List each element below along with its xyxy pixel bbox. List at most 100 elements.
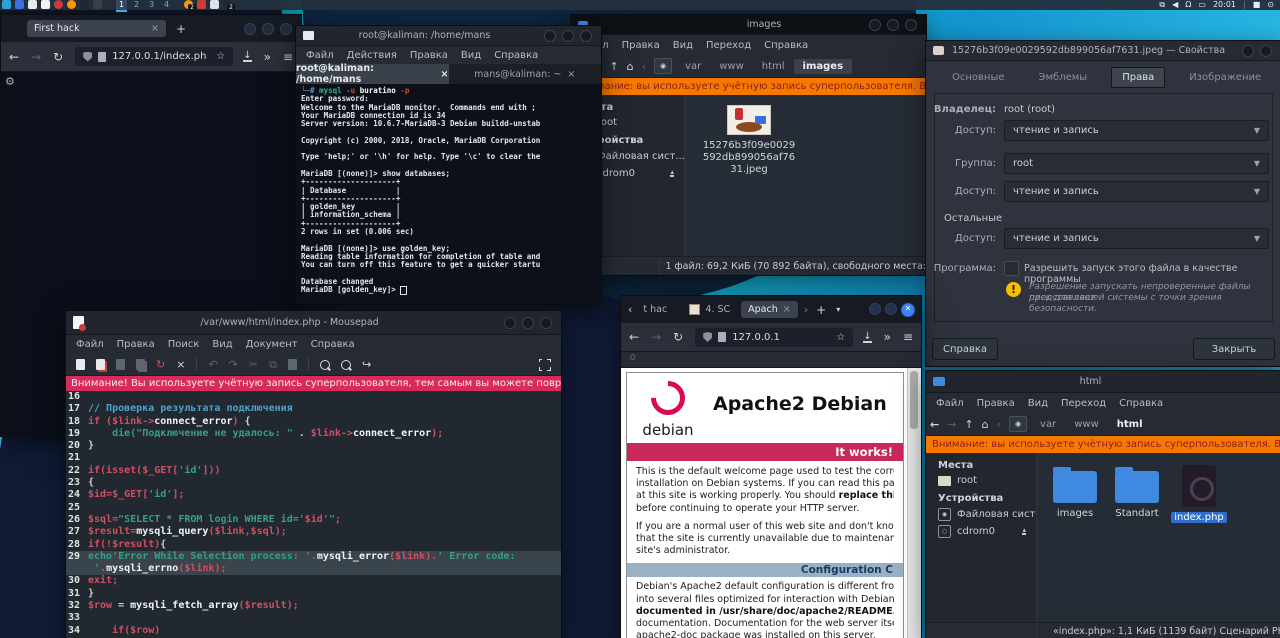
fmi-image-thumbnail[interactable] [727, 105, 771, 135]
fmh-sidebar-filesystem[interactable]: ◉Файловая сист... [938, 508, 1036, 521]
ff2-bookmark-icon[interactable]: ✩ [629, 353, 637, 363]
fmh-home-icon[interactable]: ⌂ [982, 418, 989, 431]
fmi-crumb-images[interactable]: images [794, 59, 853, 74]
ff1-forward-icon[interactable]: → [31, 50, 41, 64]
fmh-menu-help[interactable]: Справка [1119, 398, 1163, 409]
ff2-bookmark-star-icon[interactable]: ☆ [836, 332, 845, 343]
mousepad-task-icon[interactable] [197, 0, 206, 9]
mp-undo-icon[interactable]: ↶ [208, 358, 217, 371]
fmi-crumb-scroll-icon[interactable]: ‹ [642, 60, 646, 73]
ff2-url-bar[interactable]: 127.0.0.1 ☆ [695, 328, 853, 347]
terminal-menu-file[interactable]: Файл [306, 50, 334, 61]
props-tab-general[interactable]: Основные [942, 68, 1015, 87]
mp-menu-edit[interactable]: Правка [117, 339, 155, 350]
fmi-menu-go[interactable]: Переход [706, 40, 751, 51]
props-access2-dropdown[interactable]: чтение и запись▼ [1004, 181, 1269, 202]
fmh-menu-edit[interactable]: Правка [977, 398, 1015, 409]
fmh-crumb-html[interactable]: html [1108, 417, 1152, 432]
ff1-tab-close-icon[interactable]: × [151, 23, 159, 34]
terminal-tab-root[interactable]: root@kaliman: /home/mans× [296, 64, 449, 84]
mp-copy-icon[interactable]: ⧉ [269, 358, 277, 372]
workspace-1[interactable]: 1 [116, 0, 127, 12]
volume-icon[interactable]: ◀ [1172, 0, 1178, 10]
ff1-minimize-button[interactable] [244, 23, 256, 35]
ff2-tab-scroll-right-icon[interactable]: › [804, 303, 808, 316]
fmi-file-item[interactable]: 15276b3f09e0029 592db899056af76 31.jpeg [699, 105, 799, 176]
workspace-4[interactable]: 4 [161, 0, 172, 10]
mousepad-launcher-icon[interactable] [54, 0, 63, 9]
terminal-tab-close-icon[interactable]: × [441, 69, 449, 80]
mp-close-file-icon[interactable]: × [176, 358, 185, 371]
props-tab-image[interactable]: Изображение [1179, 68, 1271, 87]
ff2-back-icon[interactable]: ← [629, 330, 639, 344]
props-executable-checkbox[interactable] [1004, 261, 1019, 276]
eject-icon[interactable]: ▴ [1022, 528, 1026, 535]
fmh-crumb-www[interactable]: www [1065, 417, 1108, 432]
ff2-scrollbar[interactable] [907, 368, 921, 638]
ff2-downloads-icon[interactable]: ↓ [863, 332, 871, 343]
page-info-icon[interactable] [98, 52, 106, 62]
terminal-menu-help[interactable]: Справка [494, 50, 538, 61]
props-close-button[interactable] [1260, 45, 1272, 57]
ff1-maximize-button[interactable] [262, 23, 274, 35]
fmi-menu-help[interactable]: Справка [764, 40, 808, 51]
mp-menu-help[interactable]: Справка [311, 339, 355, 350]
ff2-tab-partial[interactable]: t hac [636, 301, 680, 318]
file-manager-launcher-icon[interactable] [15, 0, 24, 9]
fmh-item-index-php[interactable]: index.php [1171, 465, 1227, 523]
terminal-launcher-icon[interactable] [80, 0, 89, 9]
fmi-minimize-button[interactable] [869, 19, 881, 31]
ff2-overflow-icon[interactable]: » [884, 330, 891, 344]
fmi-crumb-www[interactable]: www [710, 59, 753, 74]
mp-reload-icon[interactable]: ↻ [156, 358, 165, 371]
screenshot-launcher-icon[interactable] [93, 0, 102, 9]
props-help-button[interactable]: Справка [932, 338, 998, 360]
ff2-tab-close-icon[interactable]: × [783, 304, 791, 315]
terminal-maximize-button[interactable] [562, 30, 574, 42]
ff1-menu-icon[interactable]: ≡ [283, 50, 293, 64]
workspace-2[interactable]: 2 [131, 0, 142, 10]
mp-editor[interactable]: 16 17// Проверка результата подключения1… [66, 391, 561, 638]
mp-cut-icon[interactable]: ✂ [249, 358, 258, 371]
fmh-sidebar-root[interactable]: root [938, 475, 1036, 486]
fmh-crumb-var[interactable]: var [1031, 417, 1065, 432]
mp-menu-document[interactable]: Документ [246, 339, 298, 350]
terminal-menu-actions[interactable]: Действия [347, 50, 397, 61]
fmh-item-standart[interactable]: Standart [1109, 471, 1165, 519]
kali-menu-icon[interactable] [2, 0, 11, 9]
props-minimize-button[interactable] [1242, 45, 1254, 57]
fmi-maximize-button[interactable] [887, 19, 899, 31]
mp-paste-icon[interactable] [288, 359, 297, 370]
ff2-menu-icon[interactable]: ≡ [903, 330, 913, 344]
folder-launcher-icon[interactable] [28, 0, 37, 9]
fmh-menu-go[interactable]: Переход [1061, 398, 1106, 409]
mp-maximize-button[interactable] [522, 317, 534, 329]
terminal-menu-edit[interactable]: Правка [410, 50, 448, 61]
fmh-up-icon[interactable]: ↑ [964, 418, 973, 431]
fmi-menu-view[interactable]: Вид [673, 40, 693, 51]
ff2-tab-sql-article[interactable]: 4. SC [682, 301, 737, 318]
mp-search-replace-icon[interactable] [341, 360, 351, 370]
fmh-item-images[interactable]: images [1047, 471, 1103, 519]
fmi-crumb-html[interactable]: html [753, 59, 794, 74]
fmh-drive-icon[interactable]: ◉ [1009, 416, 1027, 432]
ff2-new-tab-button[interactable]: + [816, 303, 826, 317]
fmi-menu-edit[interactable]: Правка [622, 40, 660, 51]
terminal-menu-view[interactable]: Вид [461, 50, 481, 61]
props-access1-dropdown[interactable]: чтение и запись▼ [1004, 120, 1269, 141]
firefox-task-icon[interactable]: 2 [184, 0, 193, 9]
fmi-close-button[interactable] [905, 19, 917, 31]
ff2-minimize-button[interactable] [869, 303, 881, 315]
props-group-dropdown[interactable]: root▼ [1004, 153, 1269, 174]
fmh-menu-view[interactable]: Вид [1028, 398, 1048, 409]
mp-menu-view[interactable]: Вид [212, 339, 232, 350]
eject-icon[interactable]: ▴ [670, 170, 674, 177]
notifications-icon[interactable]: Ω [1185, 0, 1191, 10]
ff1-overflow-icon[interactable]: » [264, 50, 271, 64]
clock[interactable]: 20:01 [1213, 0, 1236, 10]
fmi-home-icon[interactable]: ⌂ [627, 60, 634, 73]
mp-close-button[interactable] [540, 317, 552, 329]
clipboard-icon[interactable]: ⧉ [1159, 0, 1165, 10]
firefox-launcher-icon[interactable] [67, 0, 76, 9]
lock-icon[interactable]: ■ [1253, 0, 1261, 10]
